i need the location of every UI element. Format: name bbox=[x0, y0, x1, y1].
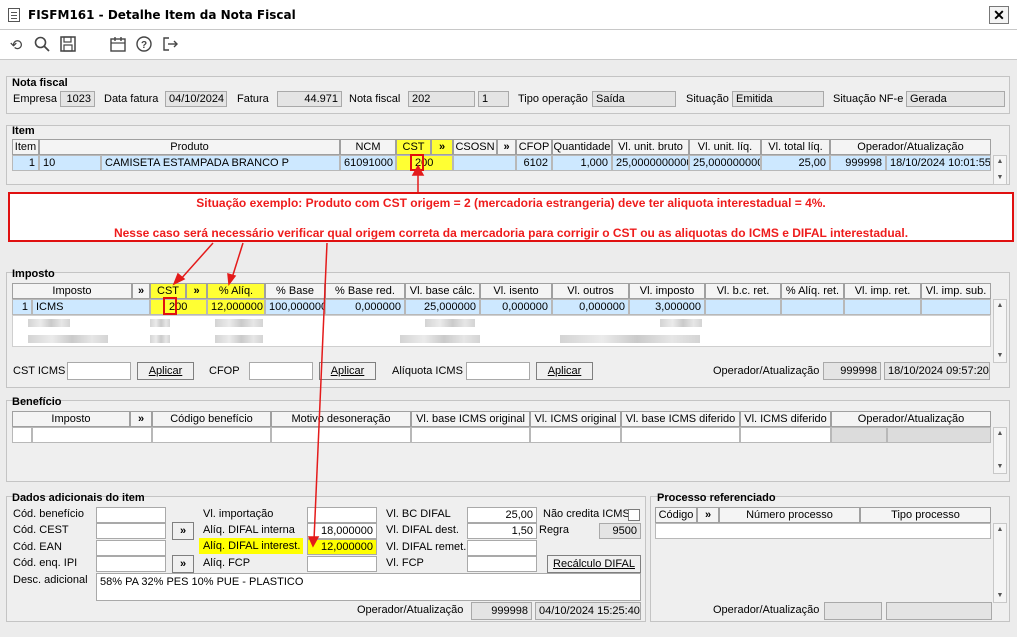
arrow-to-imposto-aliq bbox=[231, 242, 244, 279]
arrowhead-imposto-cst bbox=[172, 272, 186, 286]
arrowhead-item-cst bbox=[411, 164, 425, 176]
arrowhead-difal-interest bbox=[307, 536, 320, 548]
arrow-to-imposto-cst bbox=[179, 242, 214, 281]
annotation-arrows bbox=[172, 164, 425, 548]
arrowhead-imposto-aliq bbox=[227, 272, 237, 286]
arrow-to-difal-interest bbox=[313, 242, 328, 541]
